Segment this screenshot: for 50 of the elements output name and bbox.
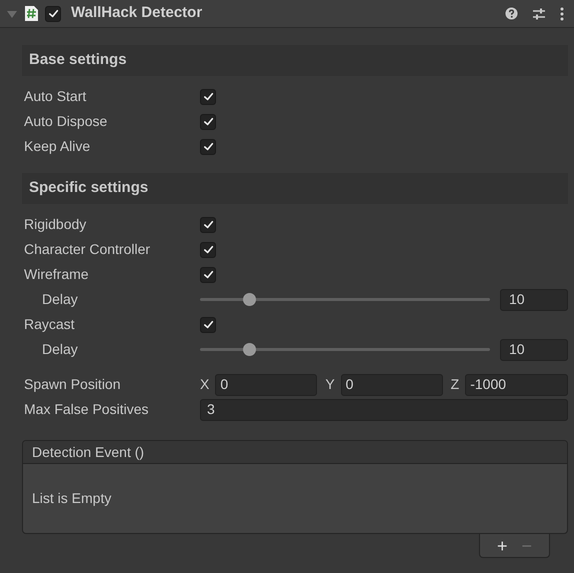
checkbox[interactable]	[200, 316, 216, 332]
field-label: Delay	[42, 290, 78, 306]
empty-list-message: List is Empty	[32, 489, 112, 508]
slider-track[interactable]	[200, 293, 490, 306]
number-field[interactable]: 10	[500, 288, 568, 310]
number-field[interactable]: -1000	[465, 374, 568, 396]
field-label: Delay	[42, 340, 78, 356]
more-options-icon[interactable]	[560, 6, 564, 20]
checkmark-icon	[202, 116, 214, 127]
checkmark-icon	[202, 244, 214, 255]
axis-label: Z	[450, 375, 460, 394]
settings-sliders-icon[interactable]	[532, 6, 546, 20]
checkbox[interactable]	[200, 114, 216, 130]
checkmark-icon	[202, 91, 214, 102]
checkbox[interactable]	[200, 216, 216, 232]
field-label: Auto Dispose	[24, 112, 108, 128]
slider-thumb[interactable]	[243, 293, 256, 306]
section-header: Specific settings	[22, 173, 568, 204]
section-header: Base settings	[22, 45, 568, 76]
checkmark-icon	[202, 269, 214, 280]
checkbox[interactable]	[200, 266, 216, 282]
checkbox[interactable]	[200, 242, 216, 258]
field-label: Auto Start	[24, 88, 86, 104]
axis-label: X	[200, 375, 210, 394]
checkmark-icon	[202, 319, 214, 330]
field-label: Max False Positives	[24, 400, 148, 416]
checkbox[interactable]	[200, 138, 216, 154]
number-field[interactable]: 3	[200, 398, 568, 420]
checkmark-icon	[48, 8, 58, 19]
number-field[interactable]: 10	[500, 338, 568, 360]
field-label: Keep Alive	[24, 138, 90, 154]
field-label: Spawn Position	[24, 376, 121, 392]
axis-label: Y	[325, 375, 335, 394]
checkmark-icon	[202, 219, 214, 230]
component-title: WallHack Detector	[71, 3, 204, 24]
slider-thumb[interactable]	[243, 343, 256, 356]
add-button[interactable]: +	[496, 536, 508, 554]
event-list-header: Detection Event ()	[23, 441, 567, 464]
field-label: Rigidbody	[24, 216, 86, 232]
checkbox[interactable]	[45, 6, 61, 22]
checkbox[interactable]	[200, 88, 216, 104]
checkmark-icon	[202, 141, 214, 152]
slider-track[interactable]	[200, 343, 490, 356]
script-file-icon	[24, 5, 39, 22]
number-field[interactable]: 0	[215, 374, 318, 396]
field-label: Character Controller	[24, 240, 150, 256]
field-label: Wireframe	[24, 266, 89, 282]
number-field[interactable]: 0	[340, 374, 443, 396]
field-label: Raycast	[24, 316, 75, 332]
help-icon[interactable]	[505, 7, 518, 20]
